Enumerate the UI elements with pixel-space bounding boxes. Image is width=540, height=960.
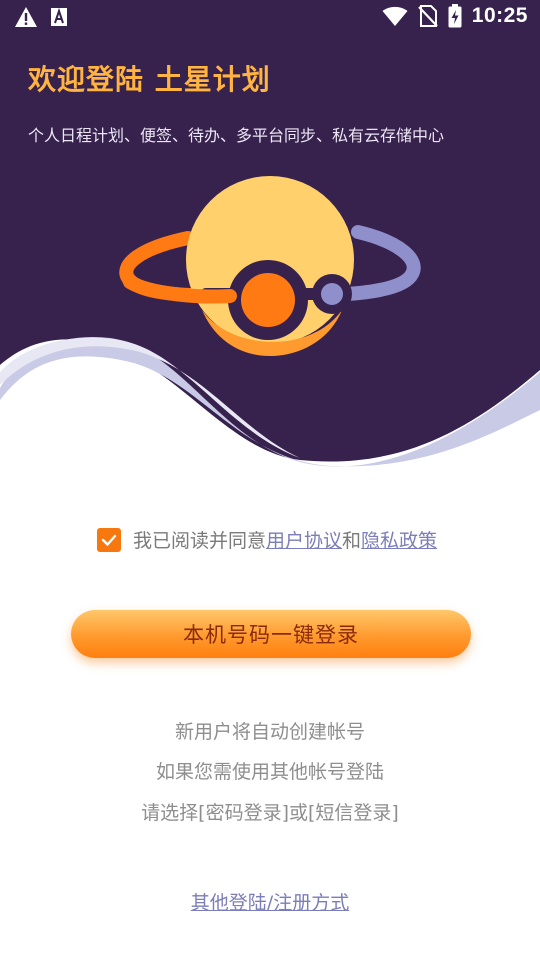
agreement-checkbox[interactable] [97,527,121,552]
status-bar: 10:25 [0,0,540,36]
no-sim-icon [417,5,438,27]
page-title: 欢迎登陆 土星计划 [28,63,271,96]
status-time: 10:25 [471,4,528,27]
agreement-row: 我已阅读并同意 用户协议 和 隐私政策 [97,526,437,553]
wifi-icon [382,6,408,26]
agreement-and-text: 和 [342,530,362,552]
info-line-other-account: 如果您需使用其他帐号登陆 [155,761,384,783]
page-subtitle: 个人日程计划、便签、待办、多平台同步、私有云存储中心 [28,126,445,145]
one-tap-login-button[interactable]: 本机号码一键登录 [71,610,471,658]
other-login-link[interactable]: 其他登陆/注册方式 [191,892,349,914]
battery-charging-icon [448,4,462,28]
privacy-policy-link[interactable]: 隐私政策 [361,526,437,553]
info-line-choose-method: 请选择[密码登录]或[短信登录] [141,802,399,824]
warning-icon [15,7,37,27]
info-line-new-user: 新用户将自动创建帐号 [174,721,365,743]
agreement-prefix-text: 我已阅读并同意 [133,530,267,552]
login-screen: 10:25 欢迎登陆 土星计划 个人日程计划、便签、待办、多平台同步、私有云存储… [0,0,540,960]
other-login-container: 其他登陆/注册方式 [0,888,540,915]
user-agreement-link[interactable]: 用户协议 [266,526,342,553]
text-icon [51,7,67,26]
saturn-logo-icon [119,176,421,356]
check-icon [101,534,117,546]
